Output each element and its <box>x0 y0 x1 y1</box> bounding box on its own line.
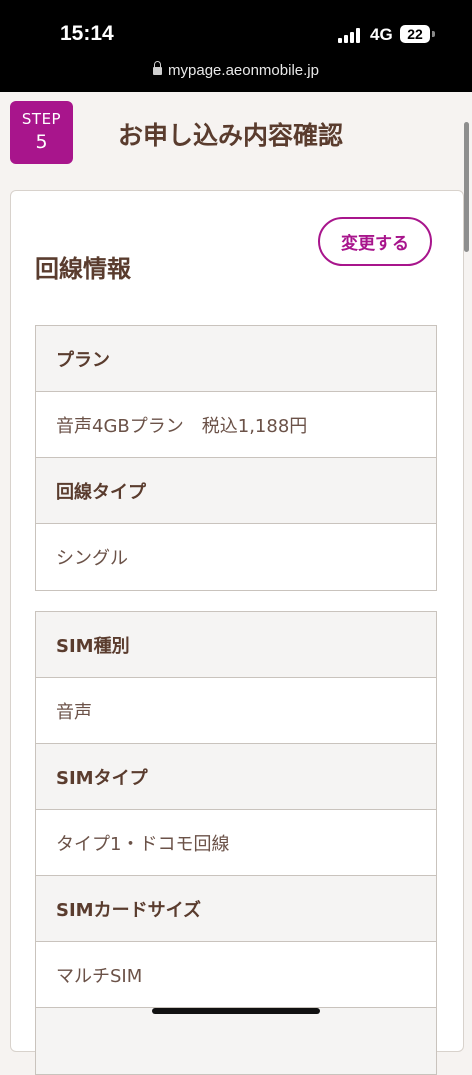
lock-icon <box>153 61 163 75</box>
sim-kind-label: SIM種別 <box>36 612 436 678</box>
sim-table: SIM種別 音声 SIMタイプ タイプ1・ドコモ回線 SIMカードサイズ マルチ… <box>35 611 437 1075</box>
section-title: 回線情報 <box>35 255 131 283</box>
battery-tip <box>432 31 435 37</box>
home-indicator[interactable] <box>152 1008 320 1014</box>
line-type-label: 回線タイプ <box>36 458 436 524</box>
change-button[interactable]: 変更する <box>318 217 432 266</box>
status-bar: 15:14 4G 22 mypage.aeonmobile.jp <box>0 0 472 92</box>
network-type: 4G <box>370 25 393 44</box>
step-number: 5 <box>35 131 48 153</box>
sim-size-value: マルチSIM <box>36 942 436 1008</box>
step-badge: STEP 5 <box>10 101 73 164</box>
step-label: STEP <box>21 110 62 128</box>
table-next-row <box>36 1008 436 1074</box>
sim-kind-value: 音声 <box>36 678 436 744</box>
plan-table: プラン 音声4GBプラン 税込1,188円 回線タイプ シングル <box>35 325 437 591</box>
battery-icon: 22 <box>400 25 430 43</box>
plan-label: プラン <box>36 326 436 392</box>
signal-icon <box>338 27 364 43</box>
plan-value: 音声4GBプラン 税込1,188円 <box>36 392 436 458</box>
address-bar[interactable]: mypage.aeonmobile.jp <box>0 61 472 79</box>
clock: 15:14 <box>60 22 114 45</box>
line-info-card: 回線情報 変更する プラン 音声4GBプラン 税込1,188円 回線タイプ シン… <box>10 190 464 1075</box>
line-type-value: シングル <box>36 524 436 590</box>
sim-type-value: タイプ1・ドコモ回線 <box>36 810 436 876</box>
sim-size-label: SIMカードサイズ <box>36 876 436 942</box>
page-title: お申し込み内容確認 <box>118 121 344 150</box>
scrollbar[interactable] <box>464 122 469 252</box>
sim-type-label: SIMタイプ <box>36 744 436 810</box>
url-text: mypage.aeonmobile.jp <box>168 62 319 79</box>
